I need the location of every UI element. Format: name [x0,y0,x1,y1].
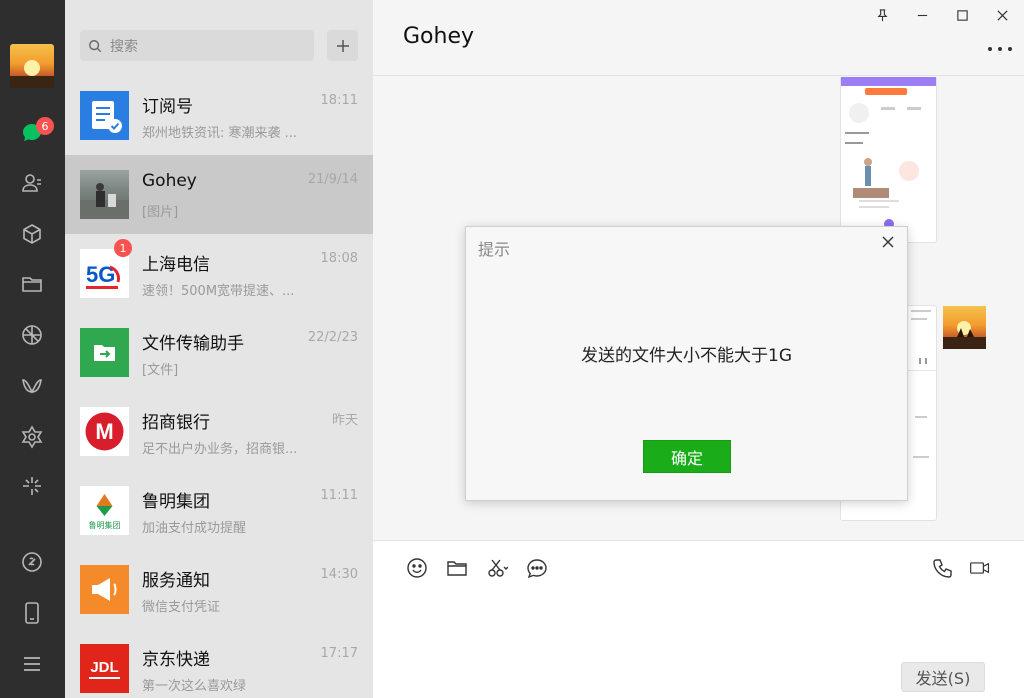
sender-avatar[interactable] [943,306,986,349]
cmb-avatar: M [80,407,129,456]
chat-preview: 足不出户办业务，招商银... [142,442,298,457]
chat-item-service-notice[interactable]: 服务通知 14:30 微信支付凭证 [65,550,373,629]
chat-item-file-transfer[interactable]: 文件传输助手 22/2/23 [文件] [65,313,373,392]
dialog-title: 提示 [478,240,511,259]
files-icon[interactable] [16,268,48,300]
dialog-ok-button[interactable]: 确定 [643,440,731,473]
chat-name: 文件传输助手 [142,334,244,354]
menu-icon[interactable] [16,648,48,680]
chat-preview: 郑州地铁资讯: 寒潮来袭 ... [142,126,298,141]
chat-name: 鲁明集团 [142,492,210,512]
chat-time: 17:17 [320,646,358,661]
nav-rail: 6 [0,0,65,698]
chat-header: Gohey [373,0,1024,76]
search-icon [89,39,102,52]
jd-express-avatar: JDL [80,644,129,693]
send-button[interactable]: 发送(S) [901,662,985,692]
chat-preview: 速领！500M宽带提速、... [142,284,295,299]
cmb-logo-text: M [95,419,113,444]
chat-name: 京东快递 [142,650,210,670]
chat-item-cmb-bank[interactable]: M 招商银行 昨天 足不出户办业务，招商银... [65,392,373,471]
unread-badge: 1 [114,239,132,257]
jd-logo-text: JDL [90,659,118,676]
folder-icon[interactable] [445,556,469,580]
subscriptions-avatar [80,91,129,140]
chat-time: 14:30 [320,567,358,582]
my-avatar[interactable] [10,44,54,88]
plus-icon [336,39,349,52]
chat-preview: 加油支付成功提醒 [142,521,247,536]
search-input[interactable]: 搜索 [80,30,314,61]
chat-name: 订阅号 [142,97,193,117]
moments-icon[interactable] [16,319,48,351]
alert-dialog: 提示 发送的文件大小不能大于1G 确定 [465,226,908,501]
chat-time: 18:08 [320,251,358,266]
phone-icon[interactable] [16,597,48,629]
dialog-message: 发送的文件大小不能大于1G [581,346,792,366]
chat-name: 服务通知 [142,571,210,591]
unread-badge: 6 [36,117,54,135]
favorites-icon[interactable] [16,218,48,250]
chat-name: 招商银行 [142,413,210,433]
chat-preview: 微信支付凭证 [142,600,221,615]
screenshot-scissors-icon[interactable] [485,556,509,580]
chat-item-subscriptions[interactable]: 订阅号 18:11 郑州地铁资讯: 寒潮来袭 ... [65,76,373,155]
link-icon[interactable] [16,546,48,578]
minimize-icon[interactable] [911,4,933,26]
search-web-icon[interactable] [16,421,48,453]
channels-icon[interactable] [16,370,48,402]
chat-title: Gohey [403,24,475,49]
chat-time: 18:11 [320,93,358,108]
emoji-icon[interactable] [405,556,429,580]
video-call-icon[interactable] [966,556,994,580]
image-message[interactable] [840,77,937,243]
chat-history-icon[interactable] [525,556,549,580]
chat-time: 11:11 [320,488,358,503]
luming-logo-text: 鲁明集团 [89,520,121,530]
luming-avatar: 鲁明集团 [80,486,129,535]
chat-item-luming-group[interactable]: 鲁明集团 鲁明集团 11:11 加油支付成功提醒 [65,471,373,550]
close-icon[interactable] [991,4,1013,26]
chat-item-gohey[interactable]: Gohey 21/9/14 [图片] [65,155,373,234]
mini-programs-icon[interactable] [16,470,48,502]
chat-time: 昨天 [331,413,358,428]
chat-list: 订阅号 18:11 郑州地铁资讯: 寒潮来袭 ... Gohey 21/9/14… [65,76,373,698]
chat-item-shanghai-telecom[interactable]: 5G 1 上海电信 18:08 速领！500M宽带提速、... [65,234,373,313]
pin-icon[interactable] [871,4,893,26]
chat-item-jd-express[interactable]: JDL 京东快递 17:17 第一次这么喜欢绿 [65,629,373,698]
chat-name: 上海电信 [142,255,210,275]
chat-name: Gohey [142,171,197,191]
dialog-close-icon[interactable] [879,233,897,251]
chat-time: 22/2/23 [307,330,358,345]
maximize-icon[interactable] [951,4,973,26]
chat-preview: 第一次这么喜欢绿 [142,679,247,694]
chat-list-panel: 搜索 订阅号 18:11 郑州地铁资讯: 寒潮来袭 ... Gohey 21/9… [65,0,373,698]
more-options-icon[interactable] [988,44,1012,54]
service-notice-avatar [80,565,129,614]
voice-call-icon[interactable] [931,556,955,580]
file-transfer-avatar [80,328,129,377]
add-button[interactable] [327,30,358,61]
chat-preview: [文件] [142,363,179,378]
contacts-icon[interactable] [16,167,48,199]
chat-time: 21/9/14 [307,172,358,187]
gohey-avatar [80,170,129,219]
message-composer[interactable]: 发送(S) [373,540,1024,698]
search-placeholder: 搜索 [110,38,138,55]
chat-preview: [图片] [142,205,179,220]
